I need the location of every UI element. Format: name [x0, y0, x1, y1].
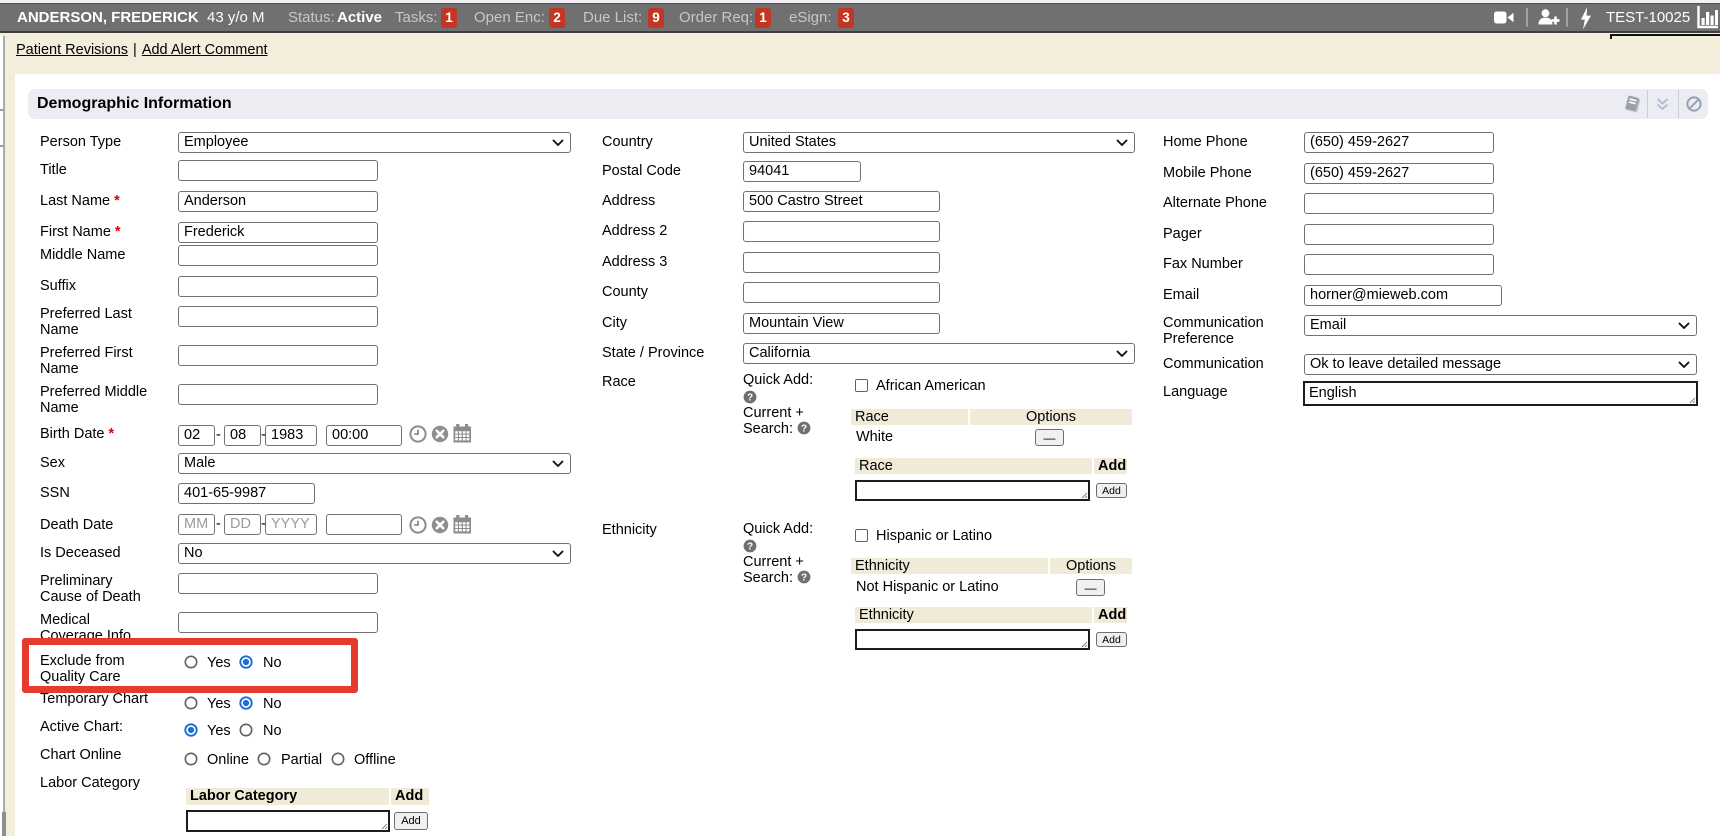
svg-text:?: ? — [801, 423, 807, 434]
svg-text:?: ? — [747, 541, 753, 552]
svg-text:?: ? — [747, 392, 753, 403]
svg-text:?: ? — [801, 572, 807, 583]
